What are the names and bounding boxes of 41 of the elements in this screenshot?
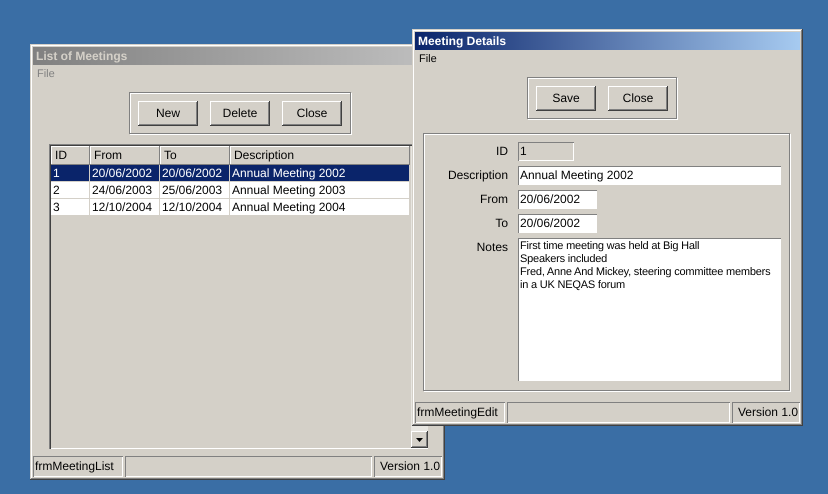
table-row[interactable]: 2 24/06/2003 25/06/2003 Annual Meeting 2003: [51, 182, 411, 199]
window-title: Meeting Details: [415, 32, 800, 50]
table-cell[interactable]: Annual Meeting 2002: [230, 165, 410, 182]
field-label: Notes: [476, 239, 508, 256]
table-cell[interactable]: Annual Meeting 2003: [230, 182, 410, 199]
input-field[interactable]: 20/06/2002: [518, 214, 597, 233]
table-cell[interactable]: 20/06/2002: [160, 165, 230, 182]
input-field[interactable]: Annual Meeting 2002: [518, 166, 781, 185]
toolbar-button[interactable]: Close: [608, 86, 668, 110]
status-panel: Version 1.0: [732, 402, 800, 423]
field-label: Description: [446, 167, 508, 184]
table-cell[interactable]: 12/10/2004: [90, 199, 160, 216]
notes-field[interactable]: First time meeting was held at Big Hall Speakers included Fred, Anne And Mickey, steering committee members in a UK NEQAS forum: [518, 238, 781, 381]
field-label: From: [479, 191, 508, 208]
column-header[interactable]: ID: [51, 146, 90, 165]
scroll-down-button[interactable]: [411, 431, 428, 448]
table-cell[interactable]: 2: [51, 182, 90, 199]
column-header[interactable]: Description: [230, 146, 410, 165]
field-label: To: [494, 215, 508, 232]
field-label: ID: [495, 143, 508, 160]
table-cell[interactable]: Annual Meeting 2004: [230, 199, 410, 216]
down-arrow-icon: [416, 438, 423, 442]
toolbar-button[interactable]: New: [138, 100, 198, 126]
table-cell[interactable]: 3: [51, 199, 90, 216]
table-cell[interactable]: 24/06/2003: [90, 182, 160, 199]
status-panel: frmMeetingList: [33, 456, 123, 477]
column-header[interactable]: To: [160, 146, 230, 165]
input-field[interactable]: 20/06/2002: [518, 190, 597, 209]
table-cell[interactable]: 25/06/2003: [160, 182, 230, 199]
toolbar-button[interactable]: Close: [282, 100, 342, 126]
table-cell[interactable]: 20/06/2002: [90, 165, 160, 182]
toolbar-button[interactable]: Save: [536, 86, 596, 110]
toolbar-button[interactable]: Delete: [210, 100, 270, 126]
menu-item[interactable]: File: [415, 53, 441, 65]
status-panel: Version 1.0: [374, 456, 442, 477]
table-row[interactable]: 1 20/06/2002 20/06/2002 Annual Meeting 2002: [51, 165, 411, 182]
column-header[interactable]: From: [90, 146, 160, 165]
table-cell[interactable]: 12/10/2004: [160, 199, 230, 216]
table-row[interactable]: 3 12/10/2004 12/10/2004 Annual Meeting 2004: [51, 199, 411, 216]
status-panel: frmMeetingEdit: [415, 402, 505, 423]
table-cell[interactable]: 1: [51, 165, 90, 182]
